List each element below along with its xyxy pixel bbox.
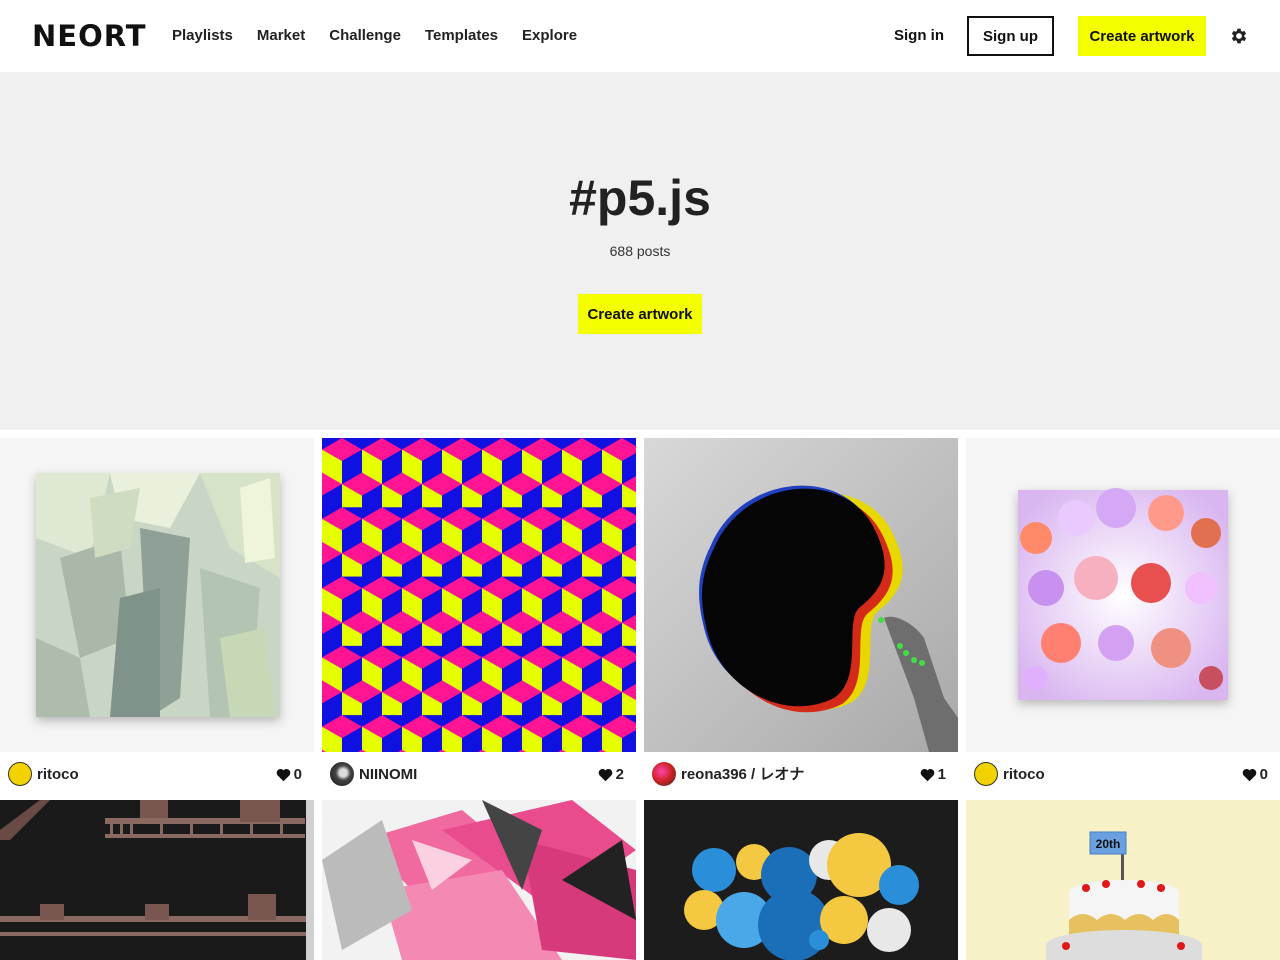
author-name[interactable]: NIINOMI	[359, 765, 417, 785]
avatar[interactable]	[330, 762, 354, 786]
main-nav: Playlists Market Challenge Templates Exp…	[172, 24, 577, 48]
artwork-thumbnail[interactable]	[644, 438, 958, 752]
artwork-thumbnail[interactable]	[644, 800, 958, 960]
tag-hero: #p5.js 688 posts Create artwork	[0, 72, 1280, 430]
artwork-thumbnail[interactable]	[0, 800, 314, 960]
nav-templates[interactable]: Templates	[425, 24, 498, 48]
artwork-thumbnail[interactable]: 20th	[966, 800, 1280, 960]
artwork-meta: ritoco 0	[0, 752, 314, 800]
artwork-thumbnail[interactable]	[322, 438, 636, 752]
like-count-value: 0	[1259, 766, 1268, 783]
artwork-meta: ritoco 0	[966, 752, 1280, 800]
tag-title: #p5.js	[569, 170, 711, 226]
nav-challenge[interactable]: Challenge	[329, 24, 401, 48]
heart-icon	[920, 768, 934, 782]
nav-market[interactable]: Market	[257, 24, 305, 48]
artwork-thumbnail[interactable]	[322, 800, 636, 960]
create-artwork-button[interactable]: Create artwork	[1078, 16, 1206, 56]
artwork-thumbnail[interactable]	[966, 438, 1280, 752]
artwork-thumbnail[interactable]	[0, 438, 314, 752]
cake-flag-label: 20th	[1096, 837, 1121, 851]
like-count[interactable]: 1	[920, 765, 946, 785]
nav-explore[interactable]: Explore	[522, 24, 577, 48]
hero-create-artwork-button[interactable]: Create artwork	[578, 294, 702, 334]
like-count-value: 2	[615, 766, 624, 783]
top-header: NEORT Playlists Market Challenge Templat…	[0, 0, 1280, 72]
heart-icon	[276, 768, 290, 782]
like-count[interactable]: 0	[1242, 765, 1268, 785]
avatar[interactable]	[8, 762, 32, 786]
neort-logo[interactable]: NEORT	[32, 20, 147, 52]
heart-icon	[1242, 768, 1256, 782]
author-name[interactable]: ritoco	[1003, 765, 1045, 785]
artwork-meta: reona396 / レオナ 1	[644, 752, 958, 800]
avatar[interactable]	[652, 762, 676, 786]
author-name[interactable]: reona396 / レオナ	[681, 765, 804, 785]
like-count[interactable]: 2	[598, 765, 624, 785]
heart-icon	[598, 768, 612, 782]
like-count-value: 1	[937, 766, 946, 783]
post-count: 688 posts	[609, 243, 671, 259]
nav-playlists[interactable]: Playlists	[172, 24, 233, 48]
sign-up-button[interactable]: Sign up	[967, 16, 1054, 56]
sign-in-link[interactable]: Sign in	[894, 24, 944, 48]
gear-icon[interactable]	[1229, 26, 1249, 46]
avatar[interactable]	[974, 762, 998, 786]
like-count-value: 0	[293, 766, 302, 783]
author-name[interactable]: ritoco	[37, 765, 79, 785]
artwork-meta: NIINOMI 2	[322, 752, 636, 800]
like-count[interactable]: 0	[276, 765, 302, 785]
